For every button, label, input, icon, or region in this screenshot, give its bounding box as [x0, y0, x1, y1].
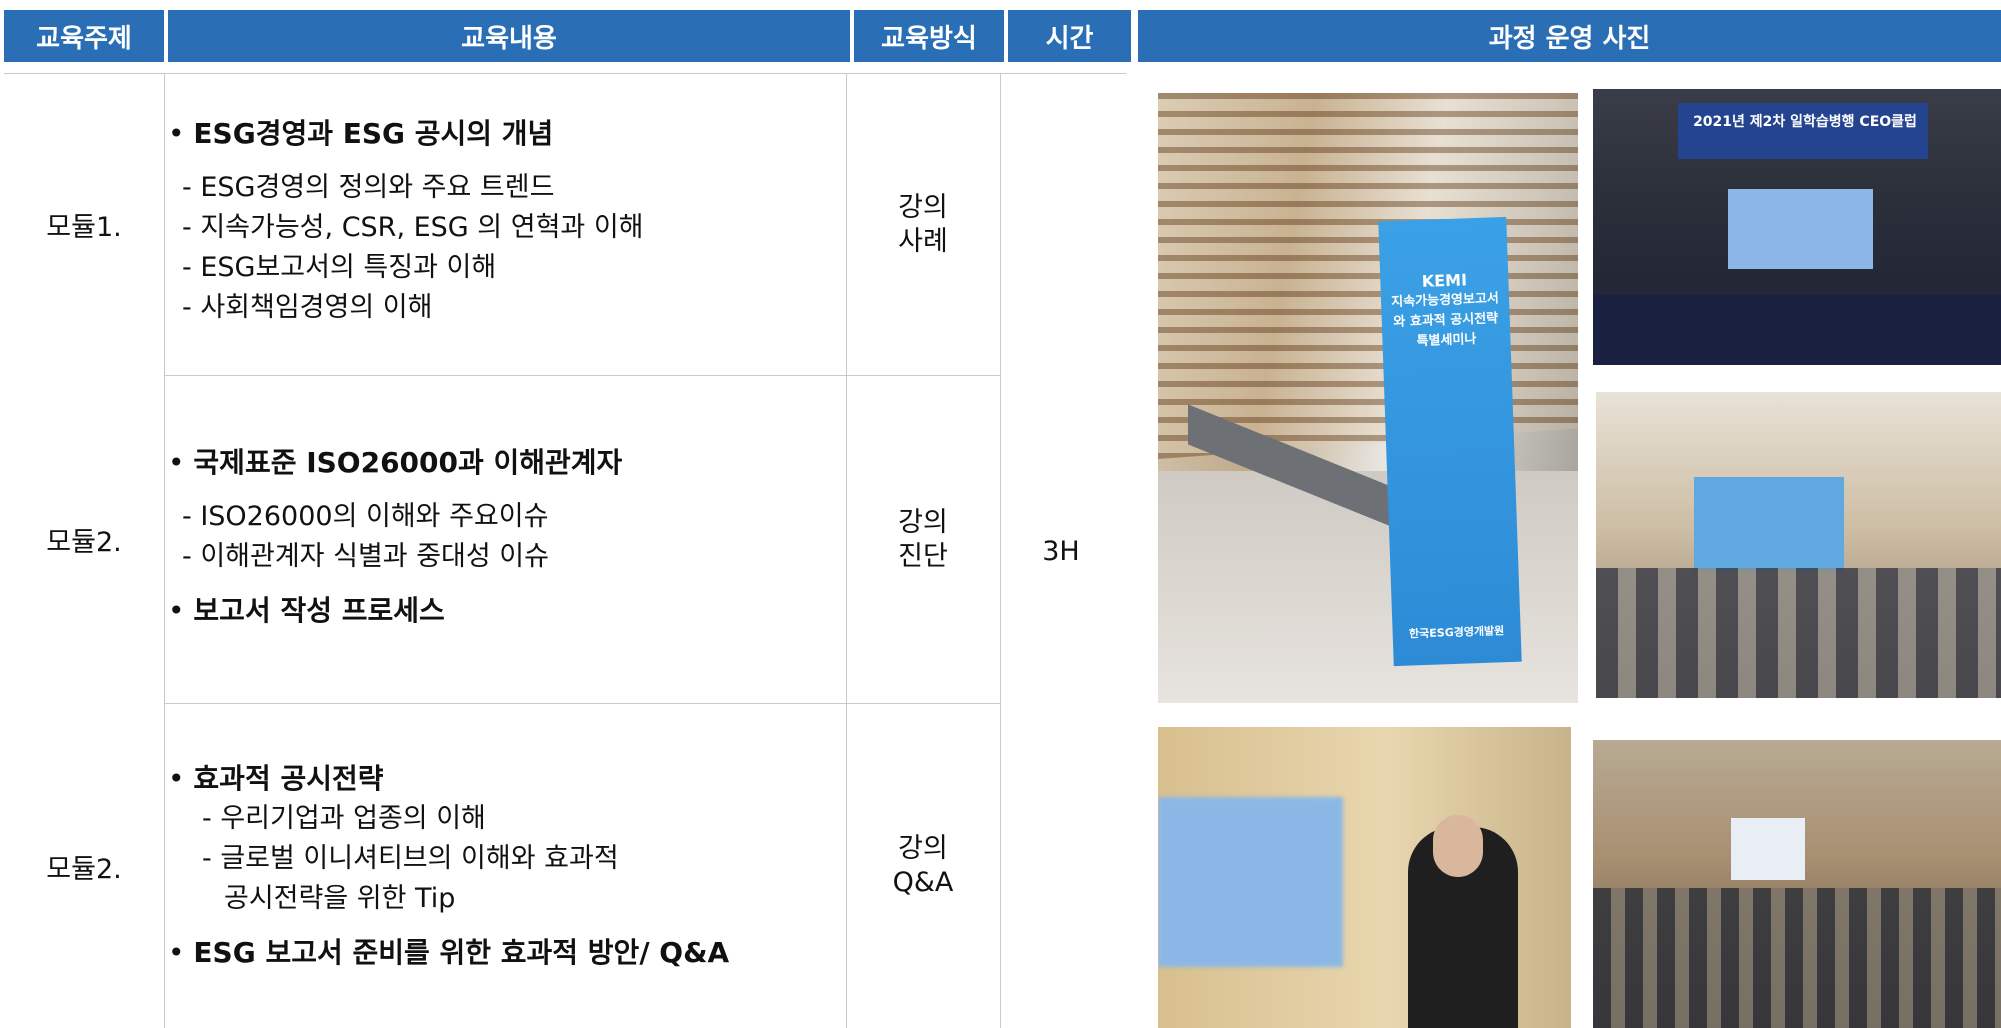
header-method: 교육방식: [854, 10, 1004, 62]
sub-item: - ESG경영의 정의와 주요 트렌드: [182, 172, 555, 203]
method-line: Q&A: [892, 867, 954, 898]
bullet-heading: ESG경영과 ESG 공시의 개념: [168, 114, 840, 154]
photo-audience: [1593, 740, 2001, 1028]
method-line: 강의: [898, 191, 948, 223]
photo-ceo-club: 2021년 제2차 일학습병행 CEO클럽: [1593, 89, 2001, 365]
row-content: ESG경영과 ESG 공시의 개념 - ESG경영의 정의와 주요 트렌드 - …: [168, 114, 840, 328]
sub-item: - 지속가능성, CSR, ESG 의 연혁과 이해: [182, 212, 644, 243]
sub-item: - ESG보고서의 특징과 이해: [182, 252, 497, 283]
photo-instructor: [1158, 727, 1571, 1028]
time-cell: 3H: [1042, 535, 1080, 567]
photo-lecture-hall: [1596, 392, 2001, 698]
grid-line: [164, 73, 165, 1028]
method-cell: 강의 사례: [847, 74, 999, 375]
header-content: 교육내용: [168, 10, 850, 62]
bullet-heading: 보고서 작성 프로세스: [168, 591, 840, 631]
bullet-heading: ESG 보고서 준비를 위한 효과적 방안/ Q&A: [168, 933, 840, 973]
sub-item: - ISO26000의 이해와 주요이슈: [182, 501, 549, 532]
photo-seminar-banner: KEMI 지속가능경영보고서 와 효과적 공시전략 특별세미나 한국ESG경영개…: [1158, 93, 1578, 703]
module-label: 모듈2.: [46, 527, 122, 558]
sub-item: 공시전략을 위한 Tip: [224, 883, 456, 914]
method-line: 진단: [898, 540, 948, 572]
bullet-heading: 효과적 공시전략: [168, 759, 840, 799]
method-cell: 강의 진단: [847, 376, 999, 703]
row-content: 효과적 공시전략 - 우리기업과 업종의 이해 - 글로벌 이니셔티브의 이해와…: [168, 759, 840, 973]
method-line: 사례: [898, 225, 948, 257]
module-label: 모듈2.: [46, 853, 122, 885]
header-topic: 교육주제: [4, 10, 164, 62]
banner-logo: 한국ESG경영개발원: [1408, 624, 1505, 641]
method-line: 강의: [898, 833, 948, 864]
header-photos: 과정 운영 사진: [1138, 10, 2001, 62]
stage-title: 2021년 제2차 일학습병행 CEO클럽: [1693, 114, 1917, 130]
row-content: 국제표준 ISO26000과 이해관계자 - ISO26000의 이해와 주요이…: [168, 443, 840, 631]
method-line: 강의: [898, 506, 948, 538]
sub-item: - 사회책임경영의 이해: [182, 292, 433, 323]
header-time: 시간: [1008, 10, 1131, 62]
bullet-heading: 국제표준 ISO26000과 이해관계자: [168, 443, 840, 483]
sub-item: - 글로벌 이니셔티브의 이해와 효과적: [202, 843, 619, 874]
module-label: 모듈1.: [46, 212, 122, 243]
seminar-banner: KEMI 지속가능경영보고서 와 효과적 공시전략 특별세미나 한국ESG경영개…: [1378, 216, 1522, 667]
sub-item: - 우리기업과 업종의 이해: [202, 803, 486, 834]
method-cell: 강의 Q&A: [847, 704, 999, 1028]
sub-item: - 이해관계자 식별과 중대성 이슈: [182, 541, 549, 572]
